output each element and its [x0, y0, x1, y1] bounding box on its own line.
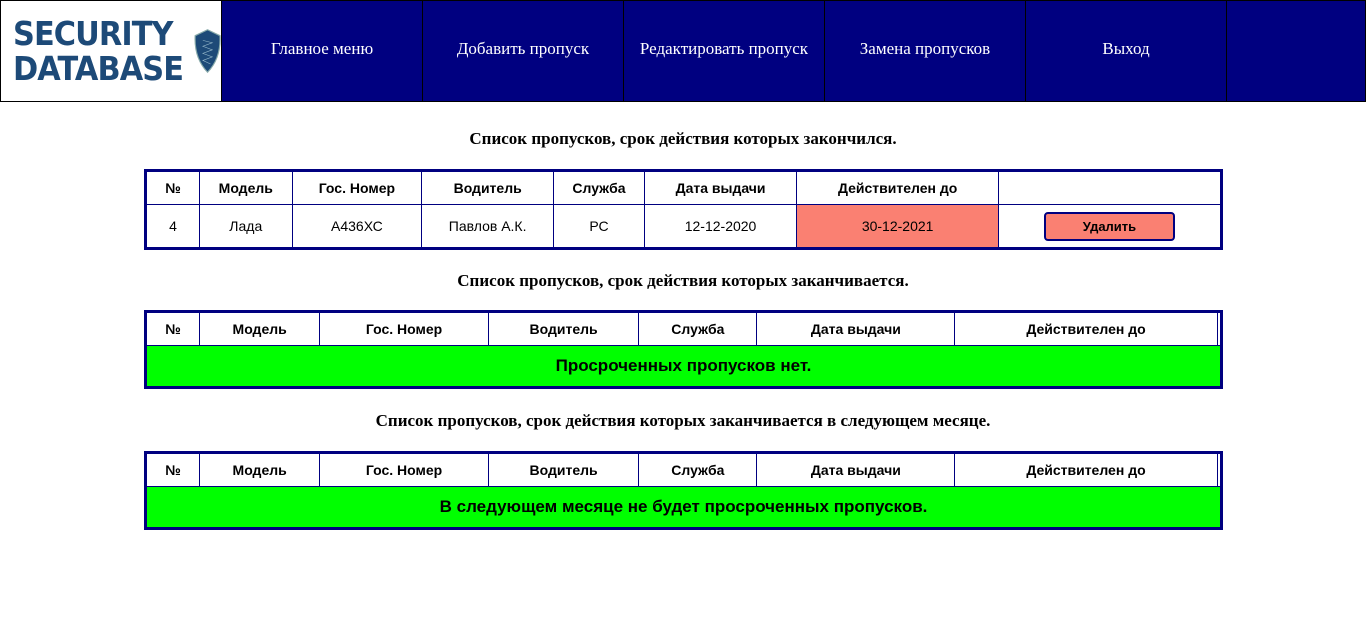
- cell-action: Удалить: [997, 204, 1223, 249]
- logo-text: SECURITY DATABASE: [13, 14, 184, 88]
- col-model: Модель: [198, 311, 321, 346]
- cell-driver: Павлов А.К.: [421, 204, 555, 249]
- cell-issued: 12-12-2020: [643, 204, 798, 249]
- section-title-expiring: Список пропусков, срок действия которых …: [457, 271, 909, 290]
- expired-table: № Модель Гос. Номер Водитель Служба Дата выда…: [144, 169, 1223, 250]
- delete-button[interactable]: Удалить: [1043, 211, 1175, 241]
- header-row: № Модель Гос. Номер Водитель Служба Дата выда…: [145, 311, 1223, 346]
- col-plate: Гос. Номер: [319, 311, 489, 346]
- header-row: № Модель Гос. Номер Водитель Служба Дата выда…: [145, 170, 1223, 205]
- header-row: № Модель Гос. Номер Водитель Служба Дата выда…: [145, 452, 1223, 487]
- col-driver: Водитель: [421, 170, 555, 205]
- section-title-expired: Список пропусков, срок действия которых …: [469, 129, 897, 148]
- nav-replace-passes[interactable]: Замена пропусков: [825, 0, 1026, 102]
- col-valid-until: Действителен до: [954, 452, 1218, 487]
- col-model: Модель: [198, 452, 321, 487]
- top-nav: SECURITY DATABASE Главное меню Добавить п…: [0, 0, 1366, 102]
- col-driver: Водитель: [487, 311, 640, 346]
- empty-message: В следующем месяце не будет просроченных…: [145, 486, 1222, 529]
- col-action: [1216, 452, 1223, 487]
- nav-main-menu[interactable]: Главное меню: [222, 0, 423, 102]
- col-valid-until: Действителен до: [796, 170, 999, 205]
- col-action: [997, 170, 1223, 205]
- col-issued: Дата выдачи: [756, 452, 956, 487]
- cell-service: РС: [553, 204, 645, 249]
- shield-icon: [194, 29, 221, 74]
- col-num: №: [145, 452, 200, 487]
- col-plate: Гос. Номер: [291, 170, 423, 205]
- empty-message: Просроченных пропусков нет.: [145, 345, 1222, 388]
- cell-plate: А436ХС: [291, 204, 423, 249]
- expiring-table: № Модель Гос. Номер Водитель Служба Дата выда…: [144, 310, 1223, 389]
- col-issued: Дата выдачи: [643, 170, 798, 205]
- col-action: [1216, 311, 1223, 346]
- col-issued: Дата выдачи: [756, 311, 956, 346]
- col-service: Служба: [553, 170, 645, 205]
- col-num: №: [145, 170, 200, 205]
- col-driver: Водитель: [487, 452, 640, 487]
- col-service: Служба: [638, 311, 758, 346]
- logo-line1: SECURITY: [13, 14, 173, 53]
- nav-exit[interactable]: Выход: [1026, 0, 1227, 102]
- section-title-next-month: Список пропусков, срок действия которых …: [375, 411, 991, 430]
- logo-line2: DATABASE: [13, 49, 184, 88]
- col-service: Служба: [638, 452, 758, 487]
- col-model: Модель: [199, 170, 293, 205]
- col-num: №: [145, 311, 200, 346]
- table-row: 4 Лада А436ХС Павлов А.К. РС 12-12-2020 …: [145, 204, 1223, 249]
- next-month-table: № Модель Гос. Номер Водитель Служба Дата выда…: [144, 451, 1223, 530]
- cell-num: 4: [145, 204, 200, 249]
- col-plate: Гос. Номер: [319, 452, 489, 487]
- col-valid-until: Действителен до: [954, 311, 1218, 346]
- cell-valid-until: 30-12-2021: [796, 204, 999, 249]
- logo[interactable]: SECURITY DATABASE: [0, 0, 222, 102]
- cell-model: Лада: [199, 204, 293, 249]
- nav-add-pass[interactable]: Добавить пропуск: [423, 0, 624, 102]
- nav-spacer: [1227, 0, 1366, 102]
- nav-edit-pass[interactable]: Редактировать пропуск: [624, 0, 825, 102]
